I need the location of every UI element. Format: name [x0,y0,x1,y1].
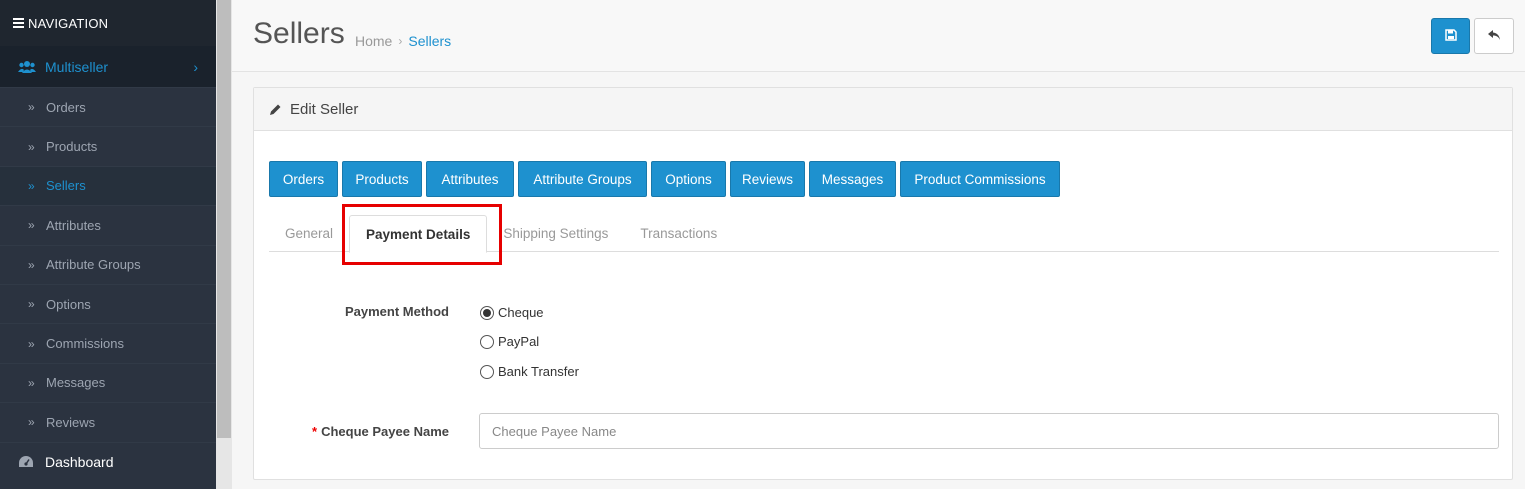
tab-payment-details[interactable]: Payment Details [349,215,488,253]
sidebar-item-label: Multiseller [45,58,109,75]
attribute-groups-button[interactable]: Attribute Groups [518,161,647,197]
sidebar-item-label: Sellers [46,178,86,194]
products-button[interactable]: Products [342,161,422,197]
double-chevron-icon: » [28,100,35,115]
product-commissions-button[interactable]: Product Commissions [900,161,1060,197]
sidebar-item-dashboard[interactable]: Dashboard [0,441,216,482]
tab-shipping-settings[interactable]: Shipping Settings [487,215,624,252]
users-icon [18,60,36,74]
orders-button[interactable]: Orders [269,161,338,197]
sidebar-item-messages[interactable]: » Messages [0,362,216,402]
sidebar-item-label: Commissions [46,336,125,352]
scrollbar-thumb[interactable] [217,0,231,438]
seller-action-buttons: Orders Products Attributes Attribute Gro… [269,161,1064,197]
radio-paypal-control[interactable] [480,334,494,349]
sidebar-item-label: Dashboard [45,454,114,471]
navigation-header-label: NAVIGATION [28,15,109,31]
attributes-button[interactable]: Attributes [426,161,514,197]
sidebar-item-label: Messages [46,375,106,391]
sidebar-item-options[interactable]: » Options [0,283,216,323]
cheque-payee-name-label: * Cheque Payee Name [274,424,449,439]
required-mark: * [312,424,318,439]
tab-transactions[interactable]: Transactions [624,215,733,252]
sidebar-item-label: Attribute Groups [46,257,141,273]
cheque-payee-name-label-text: Cheque Payee Name [321,424,449,439]
sidebar-item-attribute-groups[interactable]: » Attribute Groups [0,244,216,284]
reviews-button[interactable]: Reviews [730,161,805,197]
radio-cheque-control[interactable] [480,305,494,320]
panel-title: Edit Seller [290,100,359,118]
floppy-disk-icon [1444,28,1457,44]
pencil-icon [269,103,282,116]
double-chevron-icon: » [28,336,35,351]
sidebar-item-label: Attributes [46,217,101,233]
double-chevron-icon: » [28,297,35,312]
panel-heading: Edit Seller [254,88,1512,131]
radio-label: Cheque [498,305,544,320]
dashboard-icon [18,455,36,469]
sidebar-item-commissions[interactable]: » Commissions [0,323,216,362]
tab-bar: General Payment Details Shipping Setting… [269,215,1499,253]
radio-label: PayPal [498,334,540,349]
payment-method-label: Payment Method [344,304,449,319]
radio-paypal[interactable]: PayPal [480,334,539,349]
radio-label: Bank Transfer [498,364,579,379]
sidebar-item-label: Products [46,139,98,155]
breadcrumb: Home › Sellers [355,33,451,49]
radio-cheque[interactable]: Cheque [480,305,544,320]
double-chevron-icon: » [28,218,35,233]
double-chevron-icon: » [28,415,35,430]
sidebar-item-reviews[interactable]: » Reviews [0,402,216,441]
sidebar-item-attributes[interactable]: » Attributes [0,205,216,244]
tab-general[interactable]: General [269,215,349,252]
sidebar-item-orders[interactable]: » Orders [0,87,216,126]
sidebar-item-label: Reviews [46,414,96,430]
sidebar-item-products[interactable]: » Products [0,126,216,165]
double-chevron-icon: » [28,375,35,390]
sidebar-item-sellers[interactable]: » Sellers [0,165,216,206]
save-button[interactable] [1431,18,1470,54]
cheque-payee-name-input[interactable] [479,413,1499,449]
sidebar-item-label: Orders [46,99,86,115]
double-chevron-icon: » [28,178,35,193]
double-chevron-icon: » [28,139,35,154]
sidebar-scrollbar[interactable] [216,0,232,489]
options-button[interactable]: Options [651,161,726,197]
double-chevron-icon: » [28,257,35,272]
reply-icon [1487,29,1501,44]
chevron-right-icon: › [193,58,198,75]
back-button[interactable] [1474,18,1514,54]
radio-bank-transfer[interactable]: Bank Transfer [480,364,579,379]
page-title: Sellers [253,17,345,50]
menu-bars-icon [13,16,24,30]
navigation-header[interactable]: NAVIGATION [0,0,216,46]
page-header: Sellers Home › Sellers [232,0,1525,72]
sidebar: NAVIGATION Multiseller › » Orders » Produc… [0,0,216,489]
breadcrumb-separator-icon: › [398,34,403,48]
sidebar-item-label: Options [46,296,91,312]
breadcrumb-home[interactable]: Home [355,33,392,49]
radio-bank-transfer-control[interactable] [480,364,494,379]
messages-button[interactable]: Messages [809,161,896,197]
sidebar-item-multiseller[interactable]: Multiseller › [0,46,216,87]
breadcrumb-sellers[interactable]: Sellers [408,33,451,49]
edit-seller-panel: Edit Seller Orders Products Attributes A… [253,87,1513,480]
